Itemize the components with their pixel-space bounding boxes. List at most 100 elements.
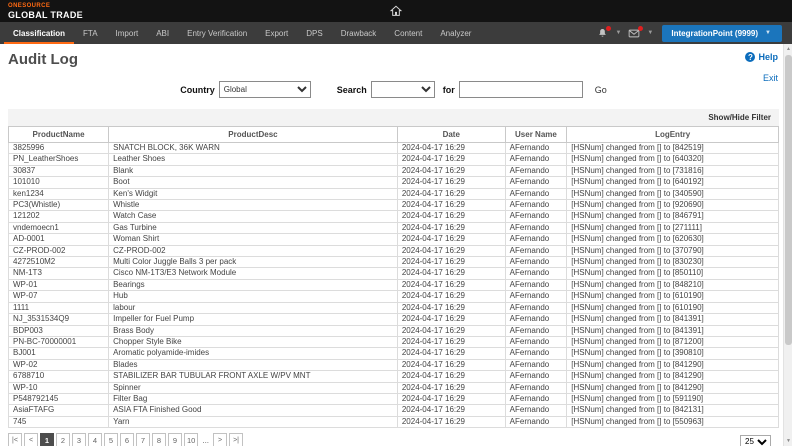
cell-user-name: AFernando <box>505 393 567 404</box>
nav-tab-drawback[interactable]: Drawback <box>332 22 386 44</box>
cell-product-name: 745 <box>9 416 109 427</box>
cell-date: 2024-04-17 16:29 <box>397 177 505 188</box>
pagination-page-4[interactable]: 4 <box>88 433 102 446</box>
nav-tab-dps[interactable]: DPS <box>297 22 331 44</box>
nav-tab-entry-verification[interactable]: Entry Verification <box>178 22 256 44</box>
cell-user-name: AFernando <box>505 177 567 188</box>
vertical-scrollbar[interactable]: ▲ ▼ <box>783 44 792 446</box>
pagination-prev-button[interactable]: < <box>24 433 38 446</box>
pagination-page-3[interactable]: 3 <box>72 433 86 446</box>
cell-log-entry: [HSNum] changed from [] to [591190] <box>567 393 779 404</box>
pagination-page-8[interactable]: 8 <box>152 433 166 446</box>
nav-tab-classification[interactable]: Classification <box>4 22 74 44</box>
search-field-select[interactable] <box>371 81 435 98</box>
country-select[interactable]: Global <box>219 81 311 98</box>
pagination-last-button[interactable]: >| <box>229 433 243 446</box>
column-header-log-entry: LogEntry <box>567 127 779 143</box>
page-size-select[interactable]: 25 <box>740 435 771 446</box>
cell-log-entry: [HSNum] changed from [] to [842519] <box>567 143 779 154</box>
table-row: WP-02Blades2024-04-17 16:29AFernando[HSN… <box>9 359 779 370</box>
show-hide-filter-link[interactable]: Show/Hide Filter <box>708 113 771 122</box>
scrollbar-down-arrow-icon[interactable]: ▼ <box>784 436 792 446</box>
cell-date: 2024-04-17 16:29 <box>397 143 505 154</box>
cell-user-name: AFernando <box>505 234 567 245</box>
bell-caret-icon[interactable]: ▼ <box>615 30 621 36</box>
pagination-page-1[interactable]: 1 <box>40 433 54 446</box>
column-header-product-name: ProductName <box>9 127 109 143</box>
message-badge <box>638 26 643 31</box>
pagination-page-10[interactable]: 10 <box>184 433 198 446</box>
cell-product-desc: Blank <box>109 165 398 176</box>
cell-log-entry: [HSNum] changed from [] to [841290] <box>567 382 779 393</box>
pagination-page-5[interactable]: 5 <box>104 433 118 446</box>
exit-link[interactable]: Exit <box>763 73 778 83</box>
messages-envelope-icon[interactable] <box>626 26 642 41</box>
search-term-input[interactable] <box>459 81 583 98</box>
table-row: BDP003Brass Body2024-04-17 16:29AFernand… <box>9 325 779 336</box>
cell-product-name: NM-1T3 <box>9 268 109 279</box>
pagination-page-9[interactable]: 9 <box>168 433 182 446</box>
cell-date: 2024-04-17 16:29 <box>397 348 505 359</box>
cell-log-entry: [HSNum] changed from [] to [610190] <box>567 291 779 302</box>
cell-product-desc: Aromatic polyamide-imides <box>109 348 398 359</box>
table-header-row: ProductNameProductDescDateUser NameLogEn… <box>9 127 779 143</box>
column-header-user-name: User Name <box>505 127 567 143</box>
pagination-first-button[interactable]: |< <box>8 433 22 446</box>
cell-product-desc: Hub <box>109 291 398 302</box>
table-row: WP-10Spinner2024-04-17 16:29AFernando[HS… <box>9 382 779 393</box>
cell-user-name: AFernando <box>505 200 567 211</box>
cell-product-name: PN-BC-70000001 <box>9 336 109 347</box>
nav-tab-export[interactable]: Export <box>256 22 297 44</box>
envelope-caret-icon[interactable]: ▼ <box>647 30 653 36</box>
scrollbar-thumb[interactable] <box>785 55 792 345</box>
cell-date: 2024-04-17 16:29 <box>397 302 505 313</box>
nav-tab-abi[interactable]: ABI <box>147 22 178 44</box>
cell-user-name: AFernando <box>505 222 567 233</box>
cell-product-name: AD-0001 <box>9 234 109 245</box>
cell-date: 2024-04-17 16:29 <box>397 371 505 382</box>
home-icon[interactable] <box>389 4 403 18</box>
cell-date: 2024-04-17 16:29 <box>397 405 505 416</box>
cell-log-entry: [HSNum] changed from [] to [620630] <box>567 234 779 245</box>
scrollbar-up-arrow-icon[interactable]: ▲ <box>784 44 792 54</box>
table-row: 6788710STABILIZER BAR TUBULAR FRONT AXLE… <box>9 371 779 382</box>
cell-product-name: CZ-PROD-002 <box>9 245 109 256</box>
cell-log-entry: [HSNum] changed from [] to [848210] <box>567 279 779 290</box>
pagination-page-7[interactable]: 7 <box>136 433 150 446</box>
nav-tab-content[interactable]: Content <box>385 22 431 44</box>
go-button[interactable]: Go <box>595 85 607 95</box>
nav-tab-fta[interactable]: FTA <box>74 22 107 44</box>
cell-user-name: AFernando <box>505 279 567 290</box>
cell-product-desc: STABILIZER BAR TUBULAR FRONT AXLE W/PV M… <box>109 371 398 382</box>
table-row: ken1234Ken's Widgit2024-04-17 16:29AFern… <box>9 188 779 199</box>
table-row: 101010Boot2024-04-17 16:29AFernando[HSNu… <box>9 177 779 188</box>
user-account-button[interactable]: IntegrationPoint (9999) ▼ <box>662 25 782 42</box>
pagination-next-button[interactable]: > <box>213 433 227 446</box>
nav-tab-import[interactable]: Import <box>107 22 148 44</box>
cell-product-name: 3825996 <box>9 143 109 154</box>
table-row: AsiaFTAFGASIA FTA Finished Good2024-04-1… <box>9 405 779 416</box>
cell-product-name: WP-01 <box>9 279 109 290</box>
cell-date: 2024-04-17 16:29 <box>397 245 505 256</box>
cell-date: 2024-04-17 16:29 <box>397 291 505 302</box>
cell-product-desc: CZ-PROD-002 <box>109 245 398 256</box>
cell-product-desc: Gas Turbine <box>109 222 398 233</box>
pagination-page-6[interactable]: 6 <box>120 433 134 446</box>
notifications-bell-icon[interactable] <box>595 26 610 41</box>
help-link[interactable]: ? Help <box>745 52 778 62</box>
cell-user-name: AFernando <box>505 154 567 165</box>
cell-product-name: 101010 <box>9 177 109 188</box>
table-row: WP-01Bearings2024-04-17 16:29AFernando[H… <box>9 279 779 290</box>
cell-log-entry: [HSNum] changed from [] to [340590] <box>567 188 779 199</box>
nav-tab-analyzer[interactable]: Analyzer <box>431 22 480 44</box>
table-row: P548792145Filter Bag2024-04-17 16:29AFer… <box>9 393 779 404</box>
table-row: 1111labour2024-04-17 16:29AFernando[HSNu… <box>9 302 779 313</box>
cell-user-name: AFernando <box>505 382 567 393</box>
cell-user-name: AFernando <box>505 348 567 359</box>
table-toolbar: Show/Hide Filter <box>8 109 779 126</box>
cell-date: 2024-04-17 16:29 <box>397 188 505 199</box>
cell-product-desc: Brass Body <box>109 325 398 336</box>
cell-log-entry: [HSNum] changed from [] to [390810] <box>567 348 779 359</box>
pagination-page-2[interactable]: 2 <box>56 433 70 446</box>
pagination-ellipsis: ... <box>200 436 211 445</box>
